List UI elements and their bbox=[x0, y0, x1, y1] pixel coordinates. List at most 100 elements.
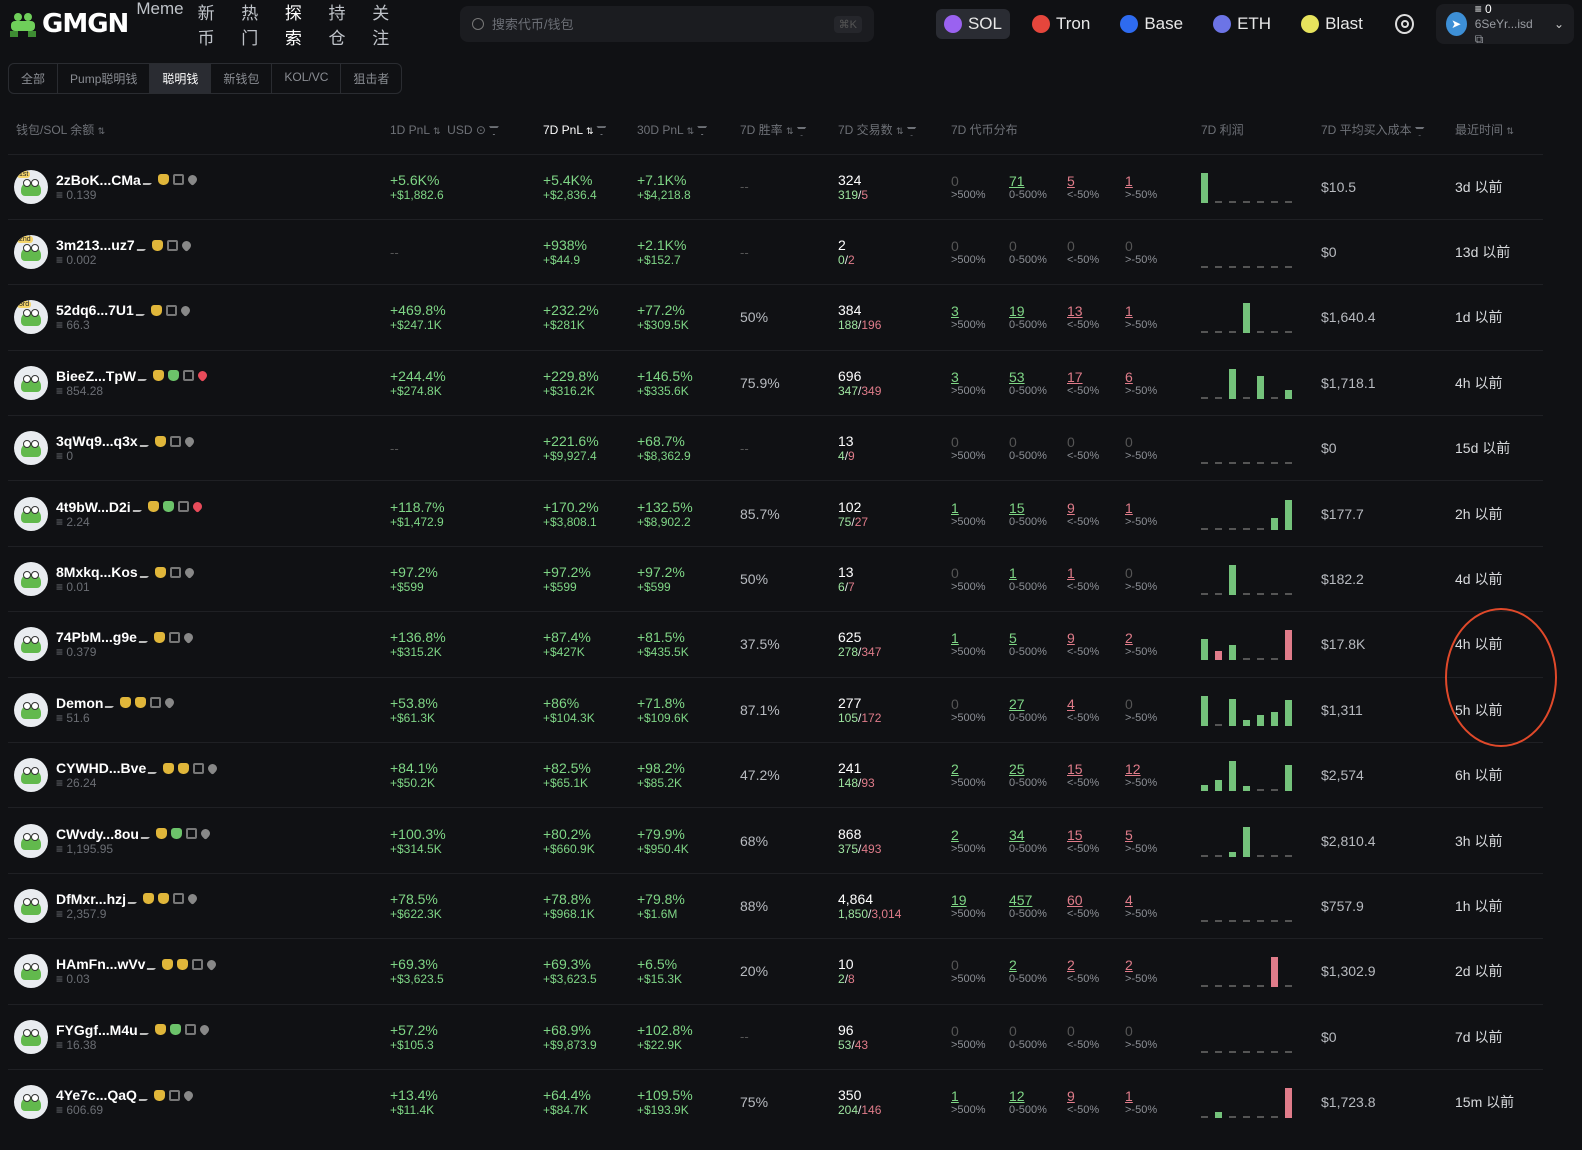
copy-icon[interactable] bbox=[172, 174, 184, 186]
dist-count[interactable]: 2 bbox=[951, 827, 1009, 843]
heart-icon[interactable] bbox=[186, 892, 199, 906]
search-box[interactable]: ⌘K bbox=[459, 6, 874, 42]
table-row[interactable]: 8Mxkq...Kos ≡ 0.01 +97.2% +$599 +97.2% +$599 +… bbox=[8, 545, 1543, 612]
tab-item[interactable]: KOL/VC bbox=[272, 64, 342, 93]
copy-icon[interactable] bbox=[192, 958, 204, 970]
dist-count[interactable]: 6 bbox=[1125, 369, 1183, 385]
dist-bucket[interactable]: 3 >500% bbox=[951, 303, 1009, 331]
heart-icon[interactable] bbox=[196, 369, 209, 383]
dist-bucket[interactable]: 4 <-50% bbox=[1067, 696, 1125, 724]
dist-count[interactable]: 1 bbox=[951, 500, 1009, 516]
dist-count[interactable]: 17 bbox=[1067, 369, 1125, 385]
dist-bucket[interactable]: 2 >-50% bbox=[1125, 957, 1183, 985]
dist-bucket[interactable]: 5 >-50% bbox=[1125, 827, 1183, 855]
wallet-name[interactable]: HAmFn...wVv bbox=[56, 956, 145, 972]
dist-count[interactable]: 1 bbox=[1009, 565, 1067, 581]
wallet-cell[interactable]: Demon ≡ 51.6 bbox=[8, 692, 390, 727]
chain-tron[interactable]: Tron bbox=[1024, 9, 1098, 39]
wallet-name[interactable]: CYWHD...Bve bbox=[56, 760, 146, 776]
dist-bucket[interactable]: 5 <-50% bbox=[1067, 173, 1125, 201]
avatar[interactable] bbox=[14, 562, 48, 597]
edit-icon[interactable] bbox=[136, 370, 153, 382]
copy-icon[interactable] bbox=[168, 631, 180, 643]
wallet-name[interactable]: CWvdy...8ou bbox=[56, 826, 139, 842]
table-row[interactable]: HAmFn...wVv ≡ 0.03 +69.3% +$3,623.5 +69.3% +$… bbox=[8, 938, 1543, 1005]
wallet-cell[interactable]: CYWHD...Bve ≡ 26.24 bbox=[8, 758, 390, 793]
dist-bucket[interactable]: 1 >500% bbox=[951, 500, 1009, 528]
wallet-cell[interactable]: 3rd 52dq6...7U1 ≡ 66.3 bbox=[8, 300, 390, 335]
edit-icon[interactable] bbox=[137, 631, 154, 643]
dist-bucket[interactable]: 1 <-50% bbox=[1067, 565, 1125, 593]
dist-count[interactable]: 27 bbox=[1009, 696, 1067, 712]
wallet-cell[interactable]: DfMxr...hzj ≡ 2,357.9 bbox=[8, 888, 390, 923]
dist-bucket[interactable]: 19 0-500% bbox=[1009, 303, 1067, 331]
copy-icon[interactable] bbox=[173, 893, 185, 905]
heart-icon[interactable] bbox=[179, 238, 193, 252]
avatar[interactable]: 3rd bbox=[14, 300, 48, 335]
heart-icon[interactable] bbox=[199, 827, 212, 840]
copy-icon[interactable] bbox=[177, 501, 189, 513]
dist-count[interactable]: 3 bbox=[951, 369, 1009, 385]
edit-icon[interactable] bbox=[134, 304, 151, 316]
dist-count[interactable]: 1 bbox=[1125, 173, 1183, 189]
wallet-name[interactable]: BieeZ...TpW bbox=[56, 368, 136, 384]
nav-item[interactable]: 热门 bbox=[241, 0, 271, 49]
edit-icon[interactable] bbox=[138, 435, 154, 447]
chain-blast[interactable]: Blast bbox=[1293, 9, 1371, 39]
wallet-cell[interactable]: 3qWq9...q3x ≡ 0 bbox=[8, 431, 390, 466]
heart-icon[interactable] bbox=[182, 1089, 195, 1102]
table-row[interactable]: 2nd 3m213...uz7 ≡ 0.002 -- +938% +$44.9 +2.1K%… bbox=[8, 218, 1543, 285]
dist-bucket[interactable]: 25 0-500% bbox=[1009, 761, 1067, 789]
dist-bucket[interactable]: 34 0-500% bbox=[1009, 827, 1067, 855]
settings-gear-icon[interactable] bbox=[1394, 14, 1414, 34]
dist-bucket[interactable]: 1 >-50% bbox=[1125, 303, 1183, 331]
dist-bucket[interactable]: 15 <-50% bbox=[1067, 827, 1125, 855]
dist-bucket[interactable]: 9 <-50% bbox=[1067, 1088, 1125, 1116]
wallet-cell[interactable]: HAmFn...wVv ≡ 0.03 bbox=[8, 954, 390, 989]
dist-count[interactable]: 25 bbox=[1009, 761, 1067, 777]
wallet-name[interactable]: 2zBoK...CMa bbox=[56, 172, 141, 188]
dist-bucket[interactable]: 2 <-50% bbox=[1067, 957, 1125, 985]
edit-icon[interactable] bbox=[138, 1024, 154, 1036]
table-row[interactable]: CYWHD...Bve ≡ 26.24 +84.1% +$50.2K +82.5% +$6… bbox=[8, 742, 1543, 808]
heart-icon[interactable] bbox=[197, 1023, 211, 1037]
table-row[interactable]: 4t9bW...D2i ≡ 2.24 +118.7% +$1,472.9 +170.2%… bbox=[8, 480, 1543, 547]
nav-item[interactable]: 新币 bbox=[198, 0, 228, 49]
edit-icon[interactable] bbox=[104, 697, 120, 709]
dist-count[interactable]: 13 bbox=[1067, 303, 1125, 319]
dist-bucket[interactable]: 2 >500% bbox=[951, 761, 1009, 789]
wallet-name[interactable]: FYGgf...M4u bbox=[56, 1022, 138, 1038]
chevron-down-icon[interactable]: ⌄ bbox=[1554, 17, 1564, 31]
dist-bucket[interactable]: 71 0-500% bbox=[1009, 173, 1067, 201]
copy-icon[interactable] bbox=[185, 828, 197, 840]
dist-count[interactable]: 1 bbox=[951, 630, 1009, 646]
copy-icon[interactable] bbox=[184, 1024, 196, 1036]
col-pnl-1d[interactable]: 1D PnL ⇅ USD ⊙ bbox=[390, 106, 543, 154]
wallet-name[interactable]: 4t9bW...D2i bbox=[56, 499, 131, 515]
table-row[interactable]: FYGgf...M4u ≡ 16.38 +57.2% +$105.3 +68.9% +$9… bbox=[8, 1003, 1543, 1070]
dist-bucket[interactable]: 1 >-50% bbox=[1125, 1088, 1183, 1116]
heart-icon[interactable] bbox=[182, 631, 195, 644]
col-pnl-30d[interactable]: 30D PnL ⇅ bbox=[637, 106, 740, 154]
dist-bucket[interactable]: 9 <-50% bbox=[1067, 630, 1125, 658]
dist-bucket[interactable]: 9 <-50% bbox=[1067, 500, 1125, 528]
nav-item[interactable]: 持仓 bbox=[329, 0, 359, 49]
col-txcount[interactable]: 7D 交易数 ⇅ bbox=[838, 106, 951, 154]
table-row[interactable]: Demon ≡ 51.6 +53.8% +$61.3K +86% +$104.3K +71.… bbox=[8, 676, 1543, 743]
dist-count[interactable]: 15 bbox=[1067, 761, 1125, 777]
dist-count[interactable]: 4 bbox=[1125, 892, 1183, 908]
wallet-name[interactable]: Demon bbox=[56, 695, 103, 711]
table-row[interactable]: 3qWq9...q3x ≡ 0 -- +221.6% +$9,927.4 +68.7% +$… bbox=[8, 415, 1543, 481]
dist-count[interactable]: 12 bbox=[1125, 761, 1183, 777]
edit-icon[interactable] bbox=[147, 762, 163, 774]
dist-bucket[interactable]: 17 <-50% bbox=[1067, 369, 1125, 397]
dist-count[interactable]: 5 bbox=[1125, 827, 1183, 843]
copy-icon[interactable] bbox=[193, 762, 205, 774]
wallet-name[interactable]: 3m213...uz7 bbox=[56, 237, 135, 253]
wallet-cell[interactable]: 2nd 3m213...uz7 ≡ 0.002 bbox=[8, 235, 390, 270]
chain-base[interactable]: Base bbox=[1112, 9, 1191, 39]
dist-count[interactable]: 2 bbox=[1067, 957, 1125, 973]
avatar[interactable] bbox=[14, 1085, 48, 1120]
wallet-name[interactable]: 4Ye7c...QaQ bbox=[56, 1087, 137, 1103]
dist-bucket[interactable]: 27 0-500% bbox=[1009, 696, 1067, 724]
